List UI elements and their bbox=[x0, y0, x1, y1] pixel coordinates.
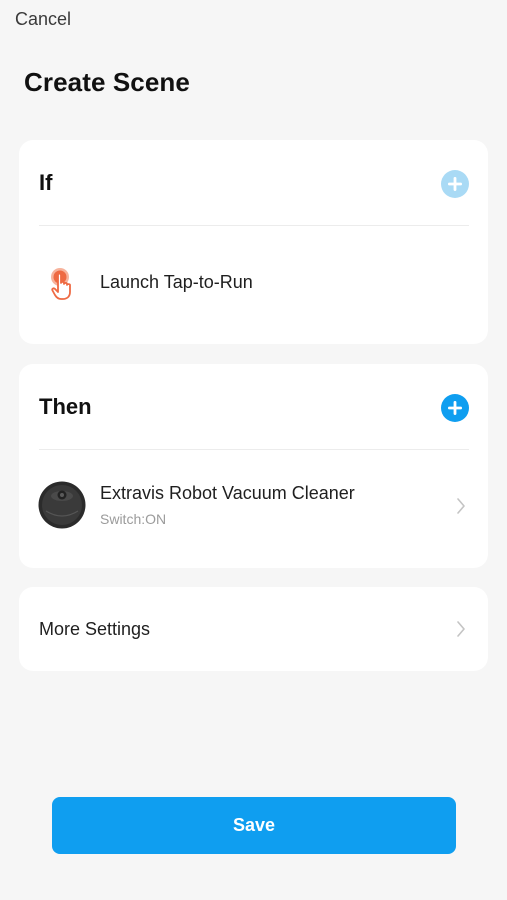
then-card: Then Extravis Robot Vacuum Cleaner Switc… bbox=[19, 364, 488, 568]
robot-vacuum-icon bbox=[38, 481, 86, 529]
save-button[interactable]: Save bbox=[52, 797, 456, 854]
if-card: If Launch Tap-to-Run bbox=[19, 140, 488, 344]
condition-row[interactable]: Launch Tap-to-Run bbox=[19, 226, 488, 344]
device-name: Extravis Robot Vacuum Cleaner bbox=[100, 483, 355, 503]
cancel-button[interactable]: Cancel bbox=[15, 9, 71, 30]
then-title: Then bbox=[39, 394, 92, 419]
more-settings-label: More Settings bbox=[39, 619, 151, 639]
plus-icon bbox=[441, 394, 469, 422]
condition-label: Launch Tap-to-Run bbox=[100, 272, 253, 292]
more-settings-row[interactable]: More Settings bbox=[19, 587, 488, 671]
action-row[interactable]: Extravis Robot Vacuum Cleaner Switch:ON bbox=[19, 450, 488, 568]
if-title: If bbox=[39, 170, 53, 195]
tap-hand-icon bbox=[51, 268, 71, 300]
create-scene-screen: Cancel Create Scene If Launch Tap-to-Run bbox=[0, 0, 507, 900]
add-action-button[interactable] bbox=[441, 394, 469, 422]
chevron-right-icon bbox=[457, 621, 465, 637]
add-condition-button[interactable] bbox=[441, 170, 469, 198]
plus-icon bbox=[441, 170, 469, 198]
device-status: Switch:ON bbox=[100, 511, 167, 527]
if-header: If bbox=[19, 140, 488, 226]
page-title: Create Scene bbox=[24, 67, 190, 97]
chevron-right-icon bbox=[457, 498, 465, 514]
then-header: Then bbox=[19, 364, 488, 450]
